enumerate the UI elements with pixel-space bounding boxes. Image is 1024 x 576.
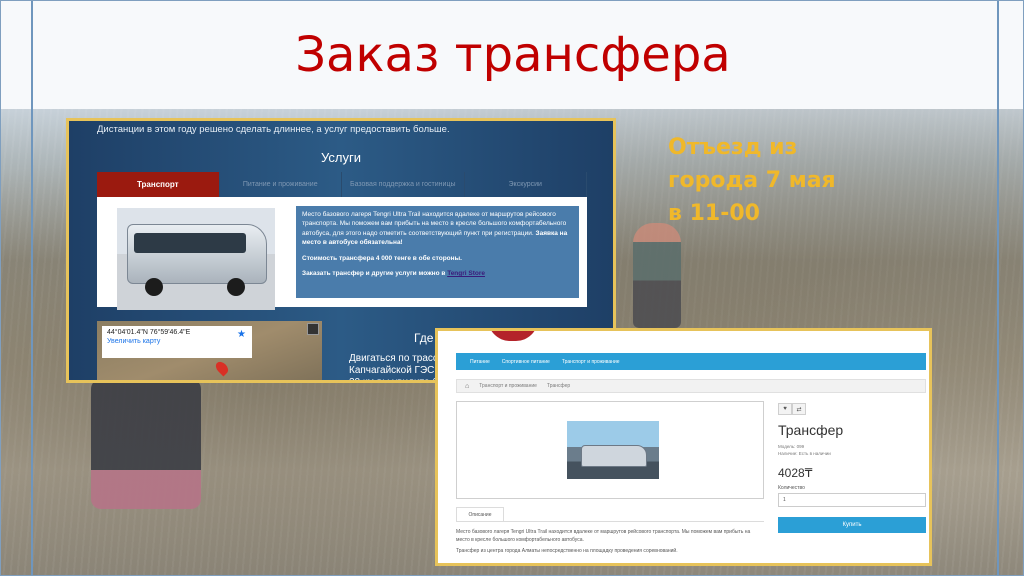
description-order: Заказать трансфер и другие услуги можно … <box>302 270 446 278</box>
runner-photo-background <box>633 223 681 328</box>
map-info-popup: 44°04'01.4"N 76°59'46.4"E Увеличить карт… <box>102 326 252 358</box>
bus-photo <box>117 208 275 310</box>
coach-icon <box>581 445 647 467</box>
bus-wheel-rear <box>227 278 245 296</box>
product-price: 4028₸ <box>778 466 813 480</box>
where-heading: Где <box>414 331 434 345</box>
description-price: Стоимость трансфера 4 000 тенге в обе ст… <box>302 254 462 262</box>
slide: Заказ трансфера Дистанции в этом году ре… <box>0 0 1024 576</box>
fullscreen-icon[interactable] <box>307 323 319 335</box>
tab-base-support[interactable]: Базовая поддержка и гостиницы <box>342 172 465 197</box>
tab-food-lodging[interactable]: Питание и проживание <box>220 172 342 197</box>
compare-icon[interactable]: ⇄ <box>792 403 806 415</box>
nav-item-transport[interactable]: Транспорт и проживание <box>562 359 620 365</box>
store-navbar: Питание Спортивное питание Транспорт и п… <box>456 353 926 370</box>
tab-transport[interactable]: Транспорт <box>97 172 220 197</box>
product-model: Модель: 099 <box>778 444 805 449</box>
frame-line-left <box>31 1 33 575</box>
product-meta: Модель: 099 Наличие: Есть в наличии <box>778 444 831 458</box>
store-link[interactable]: Tengri Store <box>447 270 485 277</box>
tab-divider <box>456 521 764 522</box>
heart-icon[interactable]: ♥ <box>778 403 792 415</box>
store-page-screenshot: Питание Спортивное питание Транспорт и п… <box>435 328 932 566</box>
services-tabs: Транспорт Питание и проживание Базовая п… <box>97 172 587 197</box>
services-heading: Услуги <box>321 150 361 165</box>
home-icon[interactable]: ⌂ <box>465 383 469 390</box>
map-pin-icon <box>213 359 231 377</box>
buy-button[interactable]: Купить <box>778 517 926 533</box>
quantity-input[interactable]: 1 <box>778 493 926 507</box>
departure-line-2: города 7 мая <box>668 168 836 193</box>
bus-icon <box>127 224 267 284</box>
breadcrumb-transport[interactable]: Транспорт и проживание <box>479 383 537 389</box>
store-logo <box>488 331 538 341</box>
intro-text: Дистанции в этом году решено сделать дли… <box>97 124 450 135</box>
product-image-panel <box>456 401 764 499</box>
breadcrumb-transfer[interactable]: Трансфер <box>547 383 570 389</box>
tab-excursions[interactable]: Экскурсии <box>465 172 587 197</box>
bus-window <box>134 233 246 253</box>
bus-wheel-front <box>145 278 163 296</box>
transport-panel: Место базового лагеря Tengri Ultra Trail… <box>97 197 587 310</box>
wishlist-compare-group: ♥ ⇄ <box>778 403 806 415</box>
product-description: Место базового лагеря Tengri Ultra Trail… <box>456 529 756 560</box>
map-coordinates: 44°04'01.4"N 76°59'46.4"E <box>107 329 191 336</box>
product-description-p1: Место базового лагеря Tengri Ultra Trail… <box>456 529 751 543</box>
tab-description[interactable]: Описание <box>456 507 504 521</box>
product-description-p2: Трансфер из центра города Алматы непосре… <box>456 548 678 554</box>
frame-line-right <box>997 1 999 575</box>
product-title: Трансфер <box>778 422 844 438</box>
slide-title: Заказ трансфера <box>295 27 731 83</box>
nav-item-food[interactable]: Питание <box>470 359 490 365</box>
product-stock: Наличие: Есть в наличии <box>778 450 831 456</box>
runner-photo-foreground <box>91 379 201 509</box>
description-p1: Место базового лагеря Tengri Ultra Trail… <box>302 211 567 237</box>
nav-item-sport-food[interactable]: Спортивное питание <box>502 359 550 365</box>
departure-note: Отъезд из города 7 мая в 11-00 <box>668 131 888 230</box>
product-image[interactable] <box>567 421 659 479</box>
quantity-label: Количество <box>778 485 805 491</box>
star-icon[interactable]: ★ <box>237 329 246 340</box>
map[interactable]: 44°04'01.4"N 76°59'46.4"E Увеличить карт… <box>97 321 322 380</box>
transport-description: Место базового лагеря Tengri Ultra Trail… <box>296 206 579 298</box>
departure-line-1: Отъезд из <box>668 135 798 160</box>
enlarge-map-link[interactable]: Увеличить карту <box>107 338 247 345</box>
breadcrumb: ⌂ Транспорт и проживание Трансфер <box>456 379 926 393</box>
departure-line-3: в 11-00 <box>668 201 760 226</box>
